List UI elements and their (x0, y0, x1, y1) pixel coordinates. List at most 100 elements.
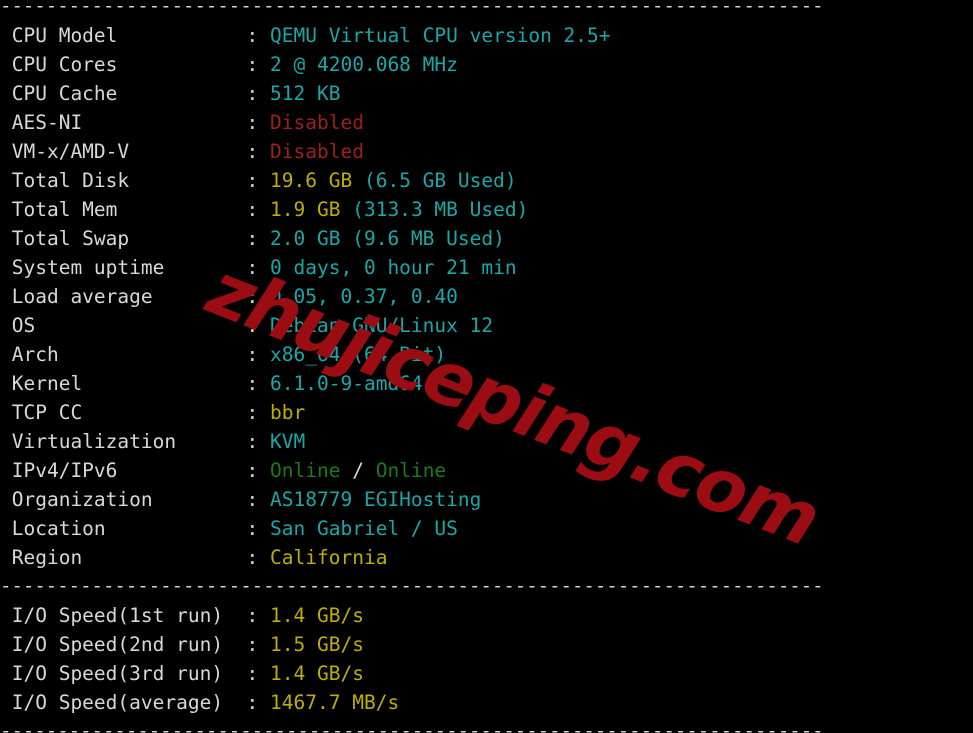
info-row-label: Region (0, 546, 247, 569)
info-row: Load average : 0.05, 0.37, 0.40 (0, 282, 973, 311)
info-row-label: Total Mem (0, 198, 247, 221)
info-row-value-separator: / (340, 459, 376, 482)
info-row-gap (258, 401, 270, 424)
info-row-value: 1.4 GB/s (270, 604, 364, 627)
info-row-gap (258, 604, 270, 627)
info-row-colon: : (246, 604, 259, 627)
info-row-value: 0.05, 0.37, 0.40 (270, 285, 458, 308)
info-row-gap (258, 285, 270, 308)
info-row-value: San Gabriel / US (270, 517, 458, 540)
info-row-gap (258, 24, 270, 47)
info-row-value: Debian GNU/Linux 12 (270, 314, 494, 337)
info-row-gap (258, 488, 270, 511)
info-row: I/O Speed(2nd run) : 1.5 GB/s (0, 630, 973, 659)
info-row: Location : San Gabriel / US (0, 514, 973, 543)
info-row-value: Disabled (270, 111, 364, 134)
info-row-value: California (270, 546, 388, 569)
info-row-gap (258, 372, 270, 395)
info-row-label: IPv4/IPv6 (0, 459, 247, 482)
info-row-colon: : (246, 285, 259, 308)
info-row-gap (258, 256, 270, 279)
info-row-gap (258, 314, 270, 337)
separator-bottom: ----------------------------------------… (0, 720, 824, 733)
info-row: Region : California (0, 543, 973, 572)
info-row-label: I/O Speed(2nd run) (0, 633, 247, 656)
info-row-gap (258, 633, 270, 656)
info-row-label: CPU Cores (0, 53, 247, 76)
info-row-label: System uptime (0, 256, 247, 279)
info-row: Organization : AS18779 EGIHosting (0, 485, 973, 514)
info-row-label: AES-NI (0, 111, 247, 134)
info-row-label: Location (0, 517, 247, 540)
info-row: System uptime : 0 days, 0 hour 21 min (0, 253, 973, 282)
info-row-value-secondary: Online (375, 459, 447, 482)
info-row-label: Total Swap (0, 227, 247, 250)
info-row-label: Organization (0, 488, 247, 511)
info-row-label: Total Disk (0, 169, 247, 192)
info-row-colon: : (246, 53, 259, 76)
info-row-label: I/O Speed(1st run) (0, 604, 247, 627)
info-row: I/O Speed(average) : 1467.7 MB/s (0, 688, 973, 717)
info-row-colon: : (246, 256, 259, 279)
info-row-label: Kernel (0, 372, 247, 395)
info-row-value-primary: 1.9 GB (270, 198, 341, 221)
info-row-value: 1.4 GB/s (270, 662, 364, 685)
info-row-colon: : (246, 198, 259, 221)
info-row-colon: : (246, 459, 259, 482)
info-row-gap (258, 140, 270, 163)
info-row-colon: : (246, 430, 259, 453)
info-row: Arch : x86_64 (64 Bit) (0, 340, 973, 369)
info-row-colon: : (246, 401, 259, 424)
info-row-value: 0 days, 0 hour 21 min (270, 256, 517, 279)
info-row: CPU Model : QEMU Virtual CPU version 2.5… (0, 21, 973, 50)
separator-top: ----------------------------------------… (0, 0, 824, 17)
info-row-value-primary: Online (270, 459, 341, 482)
info-row: Total Disk : 19.6 GB (6.5 GB Used) (0, 166, 973, 195)
info-row-label: CPU Model (0, 24, 247, 47)
info-row-label: TCP CC (0, 401, 247, 424)
info-row-gap (258, 662, 270, 685)
info-row-colon: : (246, 343, 259, 366)
info-row-colon: : (246, 227, 259, 250)
info-row-gap (258, 691, 270, 714)
info-row-value: 2 @ 4200.068 MHz (270, 53, 458, 76)
info-row-colon: : (246, 517, 259, 540)
info-row-colon: : (246, 82, 259, 105)
info-row-colon: : (246, 111, 259, 134)
info-row-colon: : (246, 169, 259, 192)
info-row-value: QEMU Virtual CPU version 2.5+ (270, 24, 611, 47)
info-row: CPU Cache : 512 KB (0, 79, 973, 108)
info-row-gap (258, 517, 270, 540)
info-row-gap (258, 546, 270, 569)
info-row: I/O Speed(3rd run) : 1.4 GB/s (0, 659, 973, 688)
info-row: CPU Cores : 2 @ 4200.068 MHz (0, 50, 973, 79)
info-row-gap (258, 430, 270, 453)
info-row-value-primary: 19.6 GB (270, 169, 353, 192)
info-row: VM-x/AMD-V : Disabled (0, 137, 973, 166)
info-row-gap (258, 53, 270, 76)
info-row-label: Virtualization (0, 430, 247, 453)
info-row-label: I/O Speed(average) (0, 691, 247, 714)
info-row-value: x86_64 (64 Bit) (270, 343, 447, 366)
info-row-gap (258, 459, 270, 482)
info-row-gap (258, 227, 270, 250)
terminal-output: ----------------------------------------… (0, 0, 973, 733)
io-speed-section: I/O Speed(1st run) : 1.4 GB/s I/O Speed(… (0, 601, 973, 717)
info-row-label: OS (0, 314, 247, 337)
info-row-colon: : (246, 140, 259, 163)
info-row-colon: : (246, 488, 259, 511)
info-row-label: VM-x/AMD-V (0, 140, 247, 163)
info-row-gap (258, 111, 270, 134)
terminal-window: zhujiceping.com ------------------------… (0, 0, 973, 733)
info-row: IPv4/IPv6 : Online / Online (0, 456, 973, 485)
info-row-value: 6.1.0-9-amd64 (270, 372, 423, 395)
info-row-value: KVM (270, 430, 306, 453)
system-info-section: CPU Model : QEMU Virtual CPU version 2.5… (0, 21, 973, 572)
info-row: OS : Debian GNU/Linux 12 (0, 311, 973, 340)
info-row-colon: : (246, 633, 259, 656)
info-row-value: bbr (270, 401, 306, 424)
info-row-value: 2.0 GB (9.6 MB Used) (270, 227, 505, 250)
info-row-colon: : (246, 24, 259, 47)
info-row-colon: : (246, 314, 259, 337)
info-row-gap (258, 169, 270, 192)
